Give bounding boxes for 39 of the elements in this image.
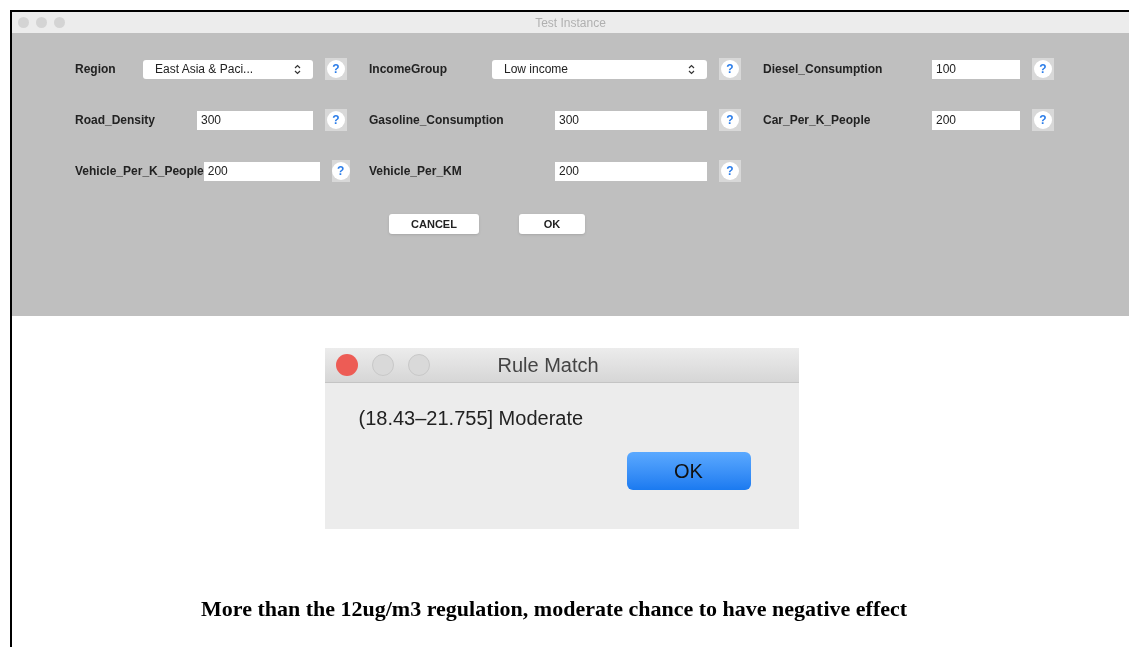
- input-field[interactable]: 200: [555, 161, 707, 181]
- window-control-icon[interactable]: [54, 17, 65, 28]
- cancel-button[interactable]: CANCEL: [389, 214, 479, 234]
- help-button[interactable]: ?: [1032, 109, 1054, 131]
- ok-button[interactable]: OK: [626, 452, 751, 490]
- dialog-title: Rule Match: [497, 353, 599, 378]
- help-button[interactable]: ?: [719, 109, 741, 131]
- field-label: Region: [75, 61, 116, 78]
- input-field[interactable]: 300: [555, 110, 707, 130]
- input-field[interactable]: 300: [197, 110, 313, 130]
- updown-chevron-icon: [294, 63, 301, 75]
- zoom-icon[interactable]: [407, 354, 430, 376]
- input-field[interactable]: 100: [932, 59, 1020, 79]
- result-caption: More than the 12ug/m3 regulation, moderate chance to have negative effect: [201, 597, 909, 621]
- field-label: Gasoline_Consumption: [369, 112, 504, 129]
- window-control-icon[interactable]: [36, 17, 47, 28]
- ok-button[interactable]: OK: [519, 214, 585, 234]
- field-label: Vehicle_Per_KM: [369, 163, 462, 180]
- field-label: Vehicle_Per_K_People: [75, 163, 204, 180]
- dropdown[interactable]: East Asia & Paci...: [143, 59, 313, 79]
- dialog-message: (18.43–21.755] Moderate: [358, 406, 585, 431]
- input-field[interactable]: 200: [203, 161, 320, 181]
- dropdown[interactable]: Low income: [492, 59, 707, 79]
- field-label: Diesel_Consumption: [763, 61, 883, 78]
- help-button[interactable]: ?: [325, 58, 347, 80]
- field-label: IncomeGroup: [369, 61, 447, 78]
- close-icon[interactable]: [335, 354, 358, 376]
- input-field[interactable]: 200: [932, 110, 1020, 130]
- minimize-icon[interactable]: [371, 354, 394, 376]
- help-button[interactable]: ?: [325, 109, 347, 131]
- window-control-icon[interactable]: [18, 17, 29, 28]
- help-button[interactable]: ?: [1032, 58, 1054, 80]
- help-button[interactable]: ?: [719, 160, 741, 182]
- window-title: Test Instance: [535, 14, 606, 32]
- updown-chevron-icon: [688, 63, 695, 75]
- help-button[interactable]: ?: [331, 160, 350, 182]
- help-button[interactable]: ?: [719, 58, 741, 80]
- field-label: Road_Density: [75, 112, 156, 129]
- field-label: Car_Per_K_People: [763, 112, 871, 129]
